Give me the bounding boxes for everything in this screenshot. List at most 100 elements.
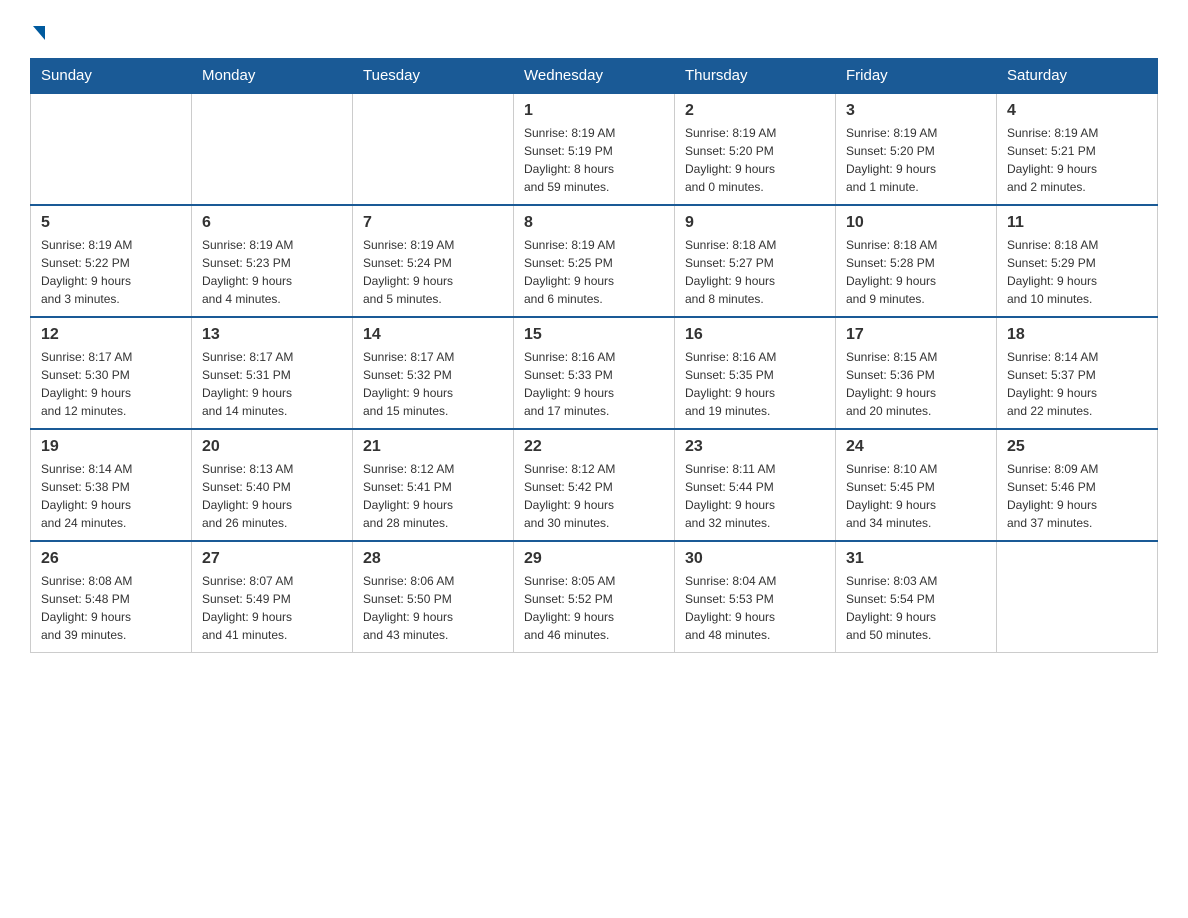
- calendar-empty-cell: [997, 541, 1158, 653]
- day-info: Sunrise: 8:04 AM Sunset: 5:53 PM Dayligh…: [685, 572, 825, 644]
- day-info: Sunrise: 8:19 AM Sunset: 5:20 PM Dayligh…: [846, 124, 986, 196]
- calendar-week-row: 1 Sunrise: 8:19 AM Sunset: 5:19 PM Daylig…: [31, 93, 1158, 205]
- day-info: Sunrise: 8:15 AM Sunset: 5:36 PM Dayligh…: [846, 348, 986, 420]
- day-number: 10: [846, 214, 986, 232]
- day-number: 15: [524, 326, 664, 344]
- day-info: Sunrise: 8:05 AM Sunset: 5:52 PM Dayligh…: [524, 572, 664, 644]
- calendar-day-2: 2 Sunrise: 8:19 AM Sunset: 5:20 PM Daylig…: [675, 93, 836, 205]
- day-number: 1: [524, 102, 664, 120]
- calendar-empty-cell: [192, 93, 353, 205]
- day-info: Sunrise: 8:18 AM Sunset: 5:29 PM Dayligh…: [1007, 236, 1147, 308]
- day-number: 29: [524, 550, 664, 568]
- calendar-day-17: 17 Sunrise: 8:15 AM Sunset: 5:36 PM Dayli…: [836, 317, 997, 429]
- day-number: 6: [202, 214, 342, 232]
- day-number: 16: [685, 326, 825, 344]
- calendar-day-31: 31 Sunrise: 8:03 AM Sunset: 5:54 PM Dayli…: [836, 541, 997, 653]
- day-info: Sunrise: 8:09 AM Sunset: 5:46 PM Dayligh…: [1007, 460, 1147, 532]
- day-number: 2: [685, 102, 825, 120]
- day-number: 17: [846, 326, 986, 344]
- calendar-week-row: 19 Sunrise: 8:14 AM Sunset: 5:38 PM Dayli…: [31, 429, 1158, 541]
- day-number: 3: [846, 102, 986, 120]
- calendar-day-22: 22 Sunrise: 8:12 AM Sunset: 5:42 PM Dayli…: [514, 429, 675, 541]
- day-info: Sunrise: 8:11 AM Sunset: 5:44 PM Dayligh…: [685, 460, 825, 532]
- calendar-day-24: 24 Sunrise: 8:10 AM Sunset: 5:45 PM Dayli…: [836, 429, 997, 541]
- day-info: Sunrise: 8:06 AM Sunset: 5:50 PM Dayligh…: [363, 572, 503, 644]
- calendar-week-row: 12 Sunrise: 8:17 AM Sunset: 5:30 PM Dayli…: [31, 317, 1158, 429]
- calendar-day-8: 8 Sunrise: 8:19 AM Sunset: 5:25 PM Daylig…: [514, 205, 675, 317]
- day-number: 23: [685, 438, 825, 456]
- calendar-day-11: 11 Sunrise: 8:18 AM Sunset: 5:29 PM Dayli…: [997, 205, 1158, 317]
- calendar-day-6: 6 Sunrise: 8:19 AM Sunset: 5:23 PM Daylig…: [192, 205, 353, 317]
- day-number: 24: [846, 438, 986, 456]
- weekday-header-wednesday: Wednesday: [514, 59, 675, 94]
- day-number: 20: [202, 438, 342, 456]
- day-info: Sunrise: 8:16 AM Sunset: 5:35 PM Dayligh…: [685, 348, 825, 420]
- calendar-header-row: SundayMondayTuesdayWednesdayThursdayFrid…: [31, 59, 1158, 94]
- day-info: Sunrise: 8:19 AM Sunset: 5:25 PM Dayligh…: [524, 236, 664, 308]
- day-info: Sunrise: 8:19 AM Sunset: 5:22 PM Dayligh…: [41, 236, 181, 308]
- day-info: Sunrise: 8:18 AM Sunset: 5:27 PM Dayligh…: [685, 236, 825, 308]
- day-number: 27: [202, 550, 342, 568]
- day-number: 18: [1007, 326, 1147, 344]
- day-info: Sunrise: 8:19 AM Sunset: 5:19 PM Dayligh…: [524, 124, 664, 196]
- calendar-day-30: 30 Sunrise: 8:04 AM Sunset: 5:53 PM Dayli…: [675, 541, 836, 653]
- day-info: Sunrise: 8:17 AM Sunset: 5:32 PM Dayligh…: [363, 348, 503, 420]
- logo-arrow-icon: [33, 26, 45, 40]
- calendar-day-14: 14 Sunrise: 8:17 AM Sunset: 5:32 PM Dayli…: [353, 317, 514, 429]
- calendar-day-15: 15 Sunrise: 8:16 AM Sunset: 5:33 PM Dayli…: [514, 317, 675, 429]
- day-info: Sunrise: 8:19 AM Sunset: 5:20 PM Dayligh…: [685, 124, 825, 196]
- day-info: Sunrise: 8:18 AM Sunset: 5:28 PM Dayligh…: [846, 236, 986, 308]
- logo: [30, 20, 45, 38]
- day-info: Sunrise: 8:08 AM Sunset: 5:48 PM Dayligh…: [41, 572, 181, 644]
- weekday-header-sunday: Sunday: [31, 59, 192, 94]
- calendar-day-21: 21Sunrise: 8:12 AM Sunset: 5:41 PM Dayli…: [353, 429, 514, 541]
- weekday-header-saturday: Saturday: [997, 59, 1158, 94]
- calendar-day-27: 27 Sunrise: 8:07 AM Sunset: 5:49 PM Dayli…: [192, 541, 353, 653]
- calendar-day-20: 20 Sunrise: 8:13 AM Sunset: 5:40 PM Dayli…: [192, 429, 353, 541]
- calendar-empty-cell: [31, 93, 192, 205]
- calendar-day-29: 29 Sunrise: 8:05 AM Sunset: 5:52 PM Dayli…: [514, 541, 675, 653]
- day-number: 19: [41, 438, 181, 456]
- day-info: Sunrise: 8:03 AM Sunset: 5:54 PM Dayligh…: [846, 572, 986, 644]
- day-number: 5: [41, 214, 181, 232]
- weekday-header-tuesday: Tuesday: [353, 59, 514, 94]
- weekday-header-friday: Friday: [836, 59, 997, 94]
- day-number: 30: [685, 550, 825, 568]
- day-number: 4: [1007, 102, 1147, 120]
- weekday-header-thursday: Thursday: [675, 59, 836, 94]
- calendar-day-1: 1 Sunrise: 8:19 AM Sunset: 5:19 PM Daylig…: [514, 93, 675, 205]
- weekday-header-monday: Monday: [192, 59, 353, 94]
- calendar-day-5: 5 Sunrise: 8:19 AM Sunset: 5:22 PM Daylig…: [31, 205, 192, 317]
- day-number: 7: [363, 214, 503, 232]
- day-info: Sunrise: 8:14 AM Sunset: 5:38 PM Dayligh…: [41, 460, 181, 532]
- day-number: 26: [41, 550, 181, 568]
- day-info: Sunrise: 8:19 AM Sunset: 5:23 PM Dayligh…: [202, 236, 342, 308]
- day-number: 22: [524, 438, 664, 456]
- calendar-day-19: 19 Sunrise: 8:14 AM Sunset: 5:38 PM Dayli…: [31, 429, 192, 541]
- calendar-day-4: 4Sunrise: 8:19 AM Sunset: 5:21 PM Daylig…: [997, 93, 1158, 205]
- day-info: Sunrise: 8:16 AM Sunset: 5:33 PM Dayligh…: [524, 348, 664, 420]
- day-number: 12: [41, 326, 181, 344]
- calendar-day-26: 26 Sunrise: 8:08 AM Sunset: 5:48 PM Dayli…: [31, 541, 192, 653]
- calendar-day-10: 10 Sunrise: 8:18 AM Sunset: 5:28 PM Dayli…: [836, 205, 997, 317]
- calendar-day-12: 12 Sunrise: 8:17 AM Sunset: 5:30 PM Dayli…: [31, 317, 192, 429]
- day-info: Sunrise: 8:17 AM Sunset: 5:30 PM Dayligh…: [41, 348, 181, 420]
- calendar-empty-cell: [353, 93, 514, 205]
- calendar-day-23: 23 Sunrise: 8:11 AM Sunset: 5:44 PM Dayli…: [675, 429, 836, 541]
- calendar-day-28: 28Sunrise: 8:06 AM Sunset: 5:50 PM Dayli…: [353, 541, 514, 653]
- calendar-day-3: 3 Sunrise: 8:19 AM Sunset: 5:20 PM Daylig…: [836, 93, 997, 205]
- day-number: 14: [363, 326, 503, 344]
- day-number: 31: [846, 550, 986, 568]
- day-number: 8: [524, 214, 664, 232]
- day-info: Sunrise: 8:13 AM Sunset: 5:40 PM Dayligh…: [202, 460, 342, 532]
- calendar-table: SundayMondayTuesdayWednesdayThursdayFrid…: [30, 58, 1158, 653]
- calendar-week-row: 26 Sunrise: 8:08 AM Sunset: 5:48 PM Dayli…: [31, 541, 1158, 653]
- day-number: 11: [1007, 214, 1147, 232]
- day-info: Sunrise: 8:10 AM Sunset: 5:45 PM Dayligh…: [846, 460, 986, 532]
- calendar-day-9: 9Sunrise: 8:18 AM Sunset: 5:27 PM Daylig…: [675, 205, 836, 317]
- day-info: Sunrise: 8:12 AM Sunset: 5:42 PM Dayligh…: [524, 460, 664, 532]
- day-number: 25: [1007, 438, 1147, 456]
- day-info: Sunrise: 8:07 AM Sunset: 5:49 PM Dayligh…: [202, 572, 342, 644]
- calendar-day-18: 18Sunrise: 8:14 AM Sunset: 5:37 PM Dayli…: [997, 317, 1158, 429]
- calendar-day-16: 16 Sunrise: 8:16 AM Sunset: 5:35 PM Dayli…: [675, 317, 836, 429]
